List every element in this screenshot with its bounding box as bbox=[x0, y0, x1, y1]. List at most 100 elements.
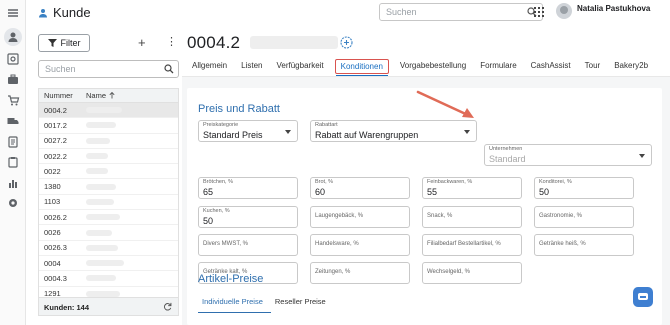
clipboard-icon[interactable] bbox=[6, 155, 20, 169]
column-name-label: Name bbox=[86, 91, 107, 100]
chevron-down-icon bbox=[639, 154, 645, 158]
discount-filialbedarf-label: Filialbedarf Bestellartikel, % bbox=[427, 241, 501, 247]
discount-handelsware-field[interactable]: Handelsware, % bbox=[310, 234, 410, 256]
table-row[interactable]: 0022.2 bbox=[39, 149, 178, 165]
table-row[interactable]: 1380 bbox=[39, 179, 178, 195]
table-row[interactable]: 0026 bbox=[39, 225, 178, 241]
detail-tabs: Allgemein Listen Verfügbarkeit Kondition… bbox=[185, 58, 655, 76]
tab-vorgabebestellung[interactable]: Vorgabebestellung bbox=[393, 61, 473, 74]
bar-chart-icon[interactable] bbox=[6, 176, 20, 190]
customer-table: Nummer Name 0004.2 0017.2 0027.2 0022.2 … bbox=[38, 88, 179, 316]
app-title-text: Kunde bbox=[53, 5, 91, 20]
discount-getraenke-heiss-label: Getränke heiß, % bbox=[539, 241, 586, 247]
apps-grid-icon[interactable] bbox=[534, 7, 544, 17]
truck-icon[interactable] bbox=[6, 114, 20, 128]
unternehmen-label: Unternehmen bbox=[489, 146, 523, 152]
section-title-article-prices: Artikel-Preise bbox=[198, 273, 264, 285]
rabattart-value: Rabatt auf Warengruppen bbox=[315, 130, 419, 140]
table-row[interactable]: 0022 bbox=[39, 164, 178, 180]
discount-feinbackwaren-field[interactable]: Feinbackwaren, % 55 bbox=[422, 177, 522, 199]
cart-icon[interactable] bbox=[6, 93, 20, 107]
discount-divers-mwst-field[interactable]: Divers MWST, % bbox=[198, 234, 298, 256]
discount-broetchen-field[interactable]: Brötchen, % 65 bbox=[198, 177, 298, 199]
more-options-icon[interactable]: ⋮ bbox=[166, 35, 177, 48]
discount-kuchen-field[interactable]: Kuchen, % 50 bbox=[198, 206, 298, 228]
preiskategorie-select[interactable]: Preiskategorie Standard Preis bbox=[198, 120, 298, 142]
subtab-reseller-preise[interactable]: Reseller Preise bbox=[271, 297, 334, 313]
discount-wechselgeld-field[interactable]: Wechselgeld, % bbox=[422, 262, 522, 284]
subtab-individuelle-preise[interactable]: Individuelle Preise bbox=[198, 297, 271, 313]
global-search-placeholder: Suchen bbox=[386, 7, 417, 17]
chat-assistant-icon[interactable] bbox=[633, 287, 653, 307]
menu-icon[interactable] bbox=[6, 6, 20, 20]
tab-listen[interactable]: Listen bbox=[234, 61, 269, 74]
list-search-input[interactable]: Suchen bbox=[38, 60, 179, 78]
table-row[interactable]: 0004.3 bbox=[39, 271, 178, 287]
tab-cashassist[interactable]: CashAssist bbox=[524, 61, 578, 74]
filter-label: Filter bbox=[60, 38, 81, 48]
rabattart-label: Rabattart bbox=[315, 122, 338, 128]
top-bar: Kunde Suchen Natalia Pastukhova bbox=[26, 0, 670, 26]
tab-allgemein[interactable]: Allgemein bbox=[185, 61, 234, 74]
global-search-input[interactable]: Suchen bbox=[379, 3, 543, 21]
discount-gastronomie-label: Gastronomie, % bbox=[539, 213, 583, 219]
discount-divers-mwst-label: Divers MWST, % bbox=[203, 241, 248, 247]
target-icon[interactable] bbox=[6, 52, 20, 66]
tab-verfuegbarkeit[interactable]: Verfügbarkeit bbox=[270, 61, 331, 74]
avatar[interactable] bbox=[556, 3, 572, 19]
unternehmen-select[interactable]: Unternehmen Standard bbox=[484, 144, 652, 166]
section-title-pricing: Preis und Rabatt bbox=[198, 103, 280, 115]
customer-count: Kunden: 144 bbox=[44, 303, 90, 312]
discount-wechselgeld-label: Wechselgeld, % bbox=[427, 269, 470, 275]
chevron-down-icon bbox=[464, 130, 470, 134]
customer-nav-icon[interactable] bbox=[4, 28, 22, 46]
search-icon bbox=[164, 64, 174, 74]
sort-arrow-up-icon bbox=[109, 92, 115, 99]
preiskategorie-value: Standard Preis bbox=[203, 130, 263, 140]
add-customer-button[interactable]: + bbox=[138, 35, 146, 50]
discount-zeitungen-field[interactable]: Zeitungen, % bbox=[310, 262, 410, 284]
refresh-icon[interactable] bbox=[163, 302, 172, 311]
list-footer: Kunden: 144 bbox=[39, 297, 178, 315]
column-number-header[interactable]: Nummer bbox=[39, 91, 81, 100]
table-row[interactable]: 1103 bbox=[39, 195, 178, 211]
customer-list-panel: Filter + ⋮ Suchen Nummer Name 0004.2 001… bbox=[26, 26, 182, 325]
document-icon[interactable] bbox=[6, 135, 20, 149]
table-row[interactable]: 0004 bbox=[39, 256, 178, 272]
discount-filialbedarf-field[interactable]: Filialbedarf Bestellartikel, % bbox=[422, 234, 522, 256]
table-row[interactable]: 0026.2 bbox=[39, 210, 178, 226]
discount-snack-field[interactable]: Snack, % bbox=[422, 206, 522, 228]
discount-snack-label: Snack, % bbox=[427, 213, 453, 219]
discount-brot-label: Brot, % bbox=[315, 179, 334, 185]
briefcase-icon[interactable] bbox=[6, 72, 20, 86]
app-title: Kunde bbox=[38, 5, 91, 20]
rabattart-select[interactable]: Rabattart Rabatt auf Warengruppen bbox=[310, 120, 477, 142]
tab-bakery2b[interactable]: Bakery2b bbox=[607, 61, 655, 74]
discount-brot-field[interactable]: Brot, % 60 bbox=[310, 177, 410, 199]
list-search-placeholder: Suchen bbox=[45, 64, 76, 74]
table-row[interactable]: 0026.3 bbox=[39, 241, 178, 256]
table-row[interactable]: 0017.2 bbox=[39, 118, 178, 134]
record-id: 0004.2 bbox=[187, 33, 241, 52]
discount-konditorei-value: 50 bbox=[539, 187, 550, 197]
discount-laugengebaeck-field[interactable]: Laugengebäck, % bbox=[310, 206, 410, 228]
customer-table-header: Nummer Name bbox=[39, 89, 178, 103]
tab-konditionen[interactable]: Konditionen bbox=[334, 59, 389, 76]
discount-konditorei-label: Konditorei, % bbox=[539, 179, 572, 185]
settings-icon[interactable] bbox=[6, 196, 20, 210]
record-name-redacted bbox=[250, 36, 338, 49]
discount-gastronomie-field[interactable]: Gastronomie, % bbox=[534, 206, 634, 228]
tab-tour[interactable]: Tour bbox=[578, 61, 608, 74]
tab-formulare[interactable]: Formulare bbox=[473, 61, 523, 74]
table-row[interactable]: 0004.2 bbox=[39, 103, 178, 119]
discount-feinbackwaren-value: 55 bbox=[427, 187, 438, 197]
discount-handelsware-label: Handelsware, % bbox=[315, 241, 359, 247]
table-row[interactable]: 0027.2 bbox=[39, 134, 178, 149]
discount-getraenke-heiss-field[interactable]: Getränke heiß, % bbox=[534, 234, 634, 256]
discount-broetchen-label: Brötchen, % bbox=[203, 179, 233, 185]
add-circle-icon[interactable] bbox=[340, 36, 353, 49]
filter-button[interactable]: Filter bbox=[38, 34, 90, 52]
person-icon bbox=[39, 8, 47, 17]
discount-konditorei-field[interactable]: Konditorei, % 50 bbox=[534, 177, 634, 199]
column-name-header[interactable]: Name bbox=[81, 91, 115, 100]
